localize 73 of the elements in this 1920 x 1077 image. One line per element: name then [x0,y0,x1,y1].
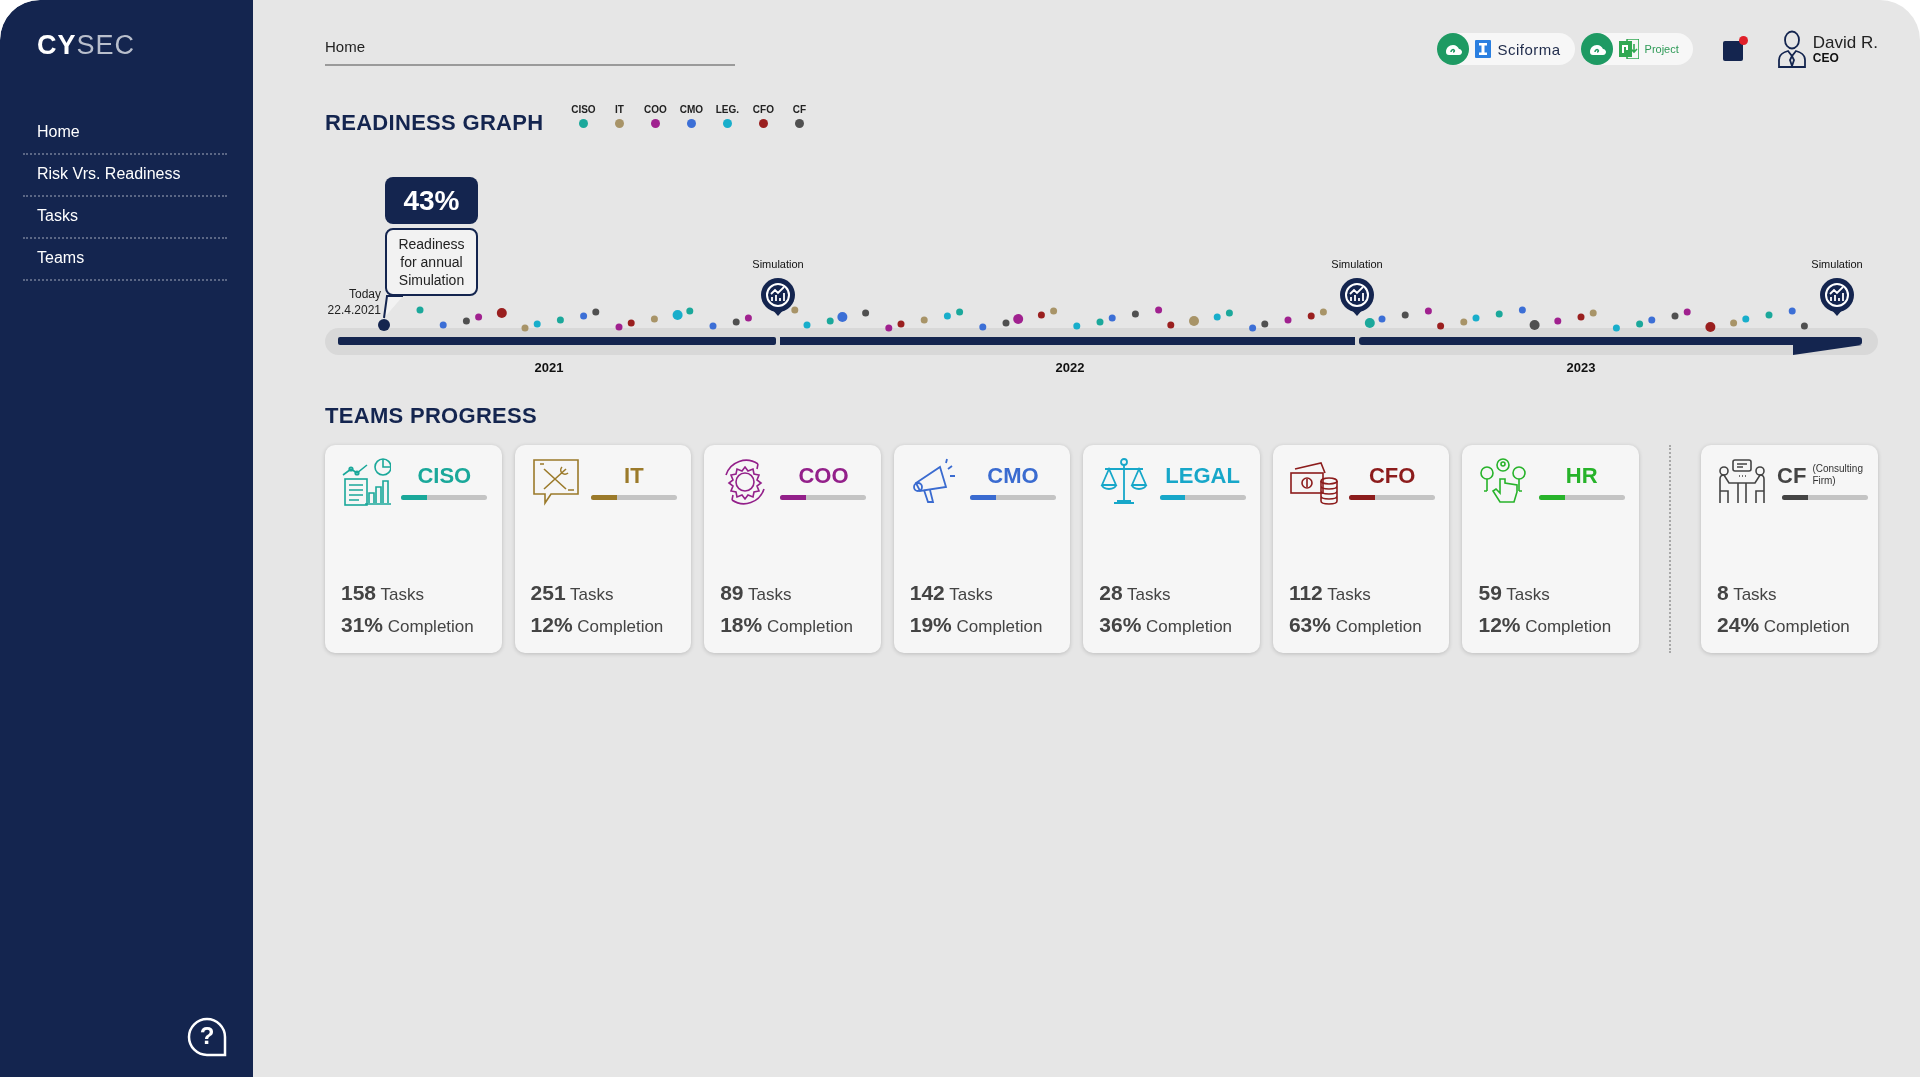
team-name: CFO [1368,463,1416,489]
task-count: 142 Tasks [909,581,994,605]
section-title: TEAMS PROGRESS [325,403,538,429]
legend-label: CISO [571,104,596,115]
completion-rate: 36% Completion [1099,613,1234,637]
completion-rate: 12% Completion [1478,613,1613,637]
user-role: CEO [1812,51,1840,65]
team-card[interactable]: CISO 158 Tasks 31% Completion [325,445,502,653]
team-card[interactable]: COO 89 Tasks 18% Completion [704,445,881,653]
app-logo-icon [1618,39,1639,59]
user-name: David R. [1812,33,1878,52]
simulation-marker-icon[interactable] [1820,278,1854,316]
team-name: COO [798,463,849,489]
user-avatar-icon[interactable] [1776,30,1807,68]
completion-rate: 19% Completion [909,613,1044,637]
tools-icon [530,457,581,507]
cloud-icon [1580,33,1613,65]
year-label: 2023 [1566,360,1596,375]
completion-rate: 18% Completion [720,613,854,637]
team-card[interactable]: CMO 142 Tasks 19% Completion [893,445,1071,653]
task-count: 28 Tasks [1099,581,1172,605]
legend-label: CMO [679,104,704,115]
help-button[interactable]: ? [187,1017,227,1059]
cloud-icon [1437,33,1470,65]
nav-item[interactable]: Teams [23,239,227,281]
callout-pointer [383,295,404,319]
completion-rate: 24% Completion [1717,613,1851,637]
team-name: CF [1777,463,1807,489]
team-card[interactable]: LEGAL 28 Tasks 36% Completion [1083,445,1260,653]
chart-icon [341,457,391,507]
legend-label: COO [644,104,667,115]
nav-item[interactable]: Home [23,113,227,155]
legend-label: CF [792,104,807,115]
task-count: 251 Tasks [530,581,615,605]
scales-icon [1099,457,1150,507]
team-name: CISO [417,463,472,489]
simulation-label: Simulation [1811,258,1863,270]
simulation-marker-icon[interactable] [1340,278,1374,316]
section-title: READINESS GRAPH [325,110,544,136]
readiness-callout: Readiness for annual Simulation [385,228,478,296]
task-count: 158 Tasks [341,581,425,605]
today-label: Today 22.4.2021 [327,286,381,318]
team-card[interactable]: IT 251 Tasks 12% Completion [514,445,692,653]
legend-label: LEG. [715,104,740,115]
year-label: 2021 [534,360,564,375]
legend-label: CFO [752,104,774,115]
logo: CYSEC [37,30,136,61]
completion-rate: 63% Completion [1288,613,1423,637]
year-label: 2022 [1055,360,1085,375]
legend-label: IT [614,104,624,115]
readiness-percentage: 43% [385,177,478,224]
team-subtitle: (Consulting Firm) [1812,463,1864,487]
completion-rate: 31% Completion [341,613,475,637]
today-marker [378,319,390,331]
simulation-label: Simulation [1331,258,1383,270]
team-card[interactable]: CFO 112 Tasks 63% Completion [1272,445,1450,653]
nav-item[interactable]: Risk Vrs. Readiness [23,155,227,197]
simulation-label: Simulation [752,258,804,270]
team-card[interactable]: HR 59 Tasks 12% Completion [1462,445,1640,653]
team-name: LEGAL [1165,463,1240,489]
app-logo-icon [1475,40,1492,58]
task-count: 59 Tasks [1478,581,1551,605]
team-name: IT [624,463,644,489]
task-count: 89 Tasks [720,581,793,605]
completion-rate: 12% Completion [530,613,665,637]
nav-item[interactable]: Tasks [23,197,227,239]
task-count: 8 Tasks [1717,581,1778,605]
integration-link[interactable]: Sciforma [1437,33,1575,65]
team-name: HR [1565,463,1598,489]
breadcrumb[interactable]: Home [325,38,735,66]
task-count: 112 Tasks [1288,581,1372,605]
simulation-marker-icon[interactable] [761,278,795,316]
team-name: CMO [987,463,1039,489]
